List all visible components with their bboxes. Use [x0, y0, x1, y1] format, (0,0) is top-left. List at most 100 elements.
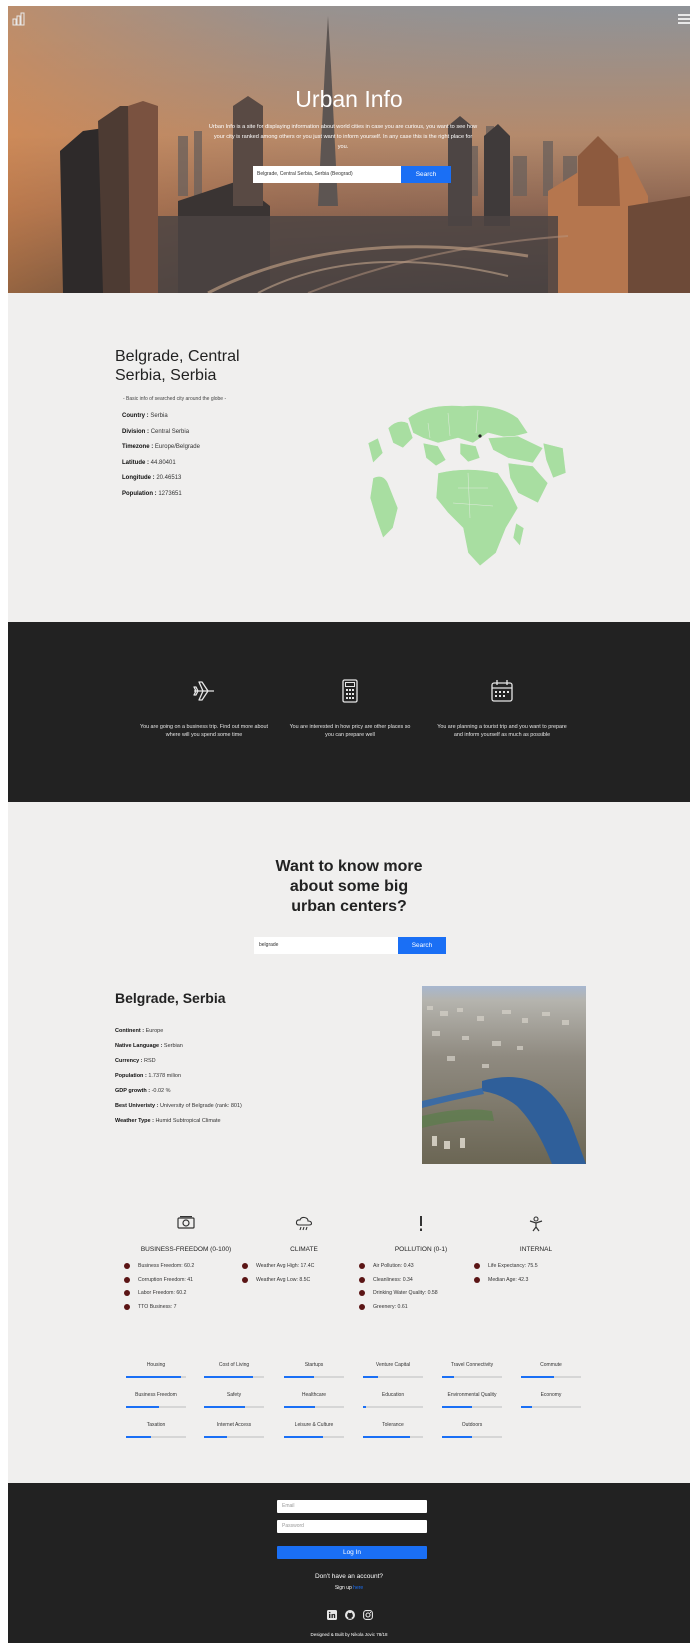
score-bar-fill: [204, 1406, 245, 1408]
score-bar: [204, 1436, 264, 1438]
category-item: Labor Freedom: 60.2: [116, 1290, 256, 1304]
score-bar-fill: [363, 1406, 366, 1408]
city2-info-row: Weather Type : Humid Subtropical Climate: [115, 1118, 242, 1133]
info-label: Latitude :: [122, 459, 149, 466]
score-bar: [442, 1376, 502, 1378]
category-person: INTERNAL Life Expectancy: 75.5 Median Age:…: [466, 1216, 606, 1290]
score-housing: Housing: [126, 1362, 186, 1378]
score-startups: Startups: [284, 1362, 344, 1378]
city-info-row: Longitude : 20.46513: [122, 475, 200, 491]
score-bar: [363, 1436, 423, 1438]
urban-search-input[interactable]: belgrade: [254, 937, 398, 954]
score-bar: [284, 1376, 344, 1378]
search-button[interactable]: Search: [401, 166, 451, 183]
score-label: Leisure & Culture: [294, 1422, 334, 1428]
signup-link[interactable]: here: [353, 1585, 363, 1591]
category-item: Drinking Water Quality: 0.58: [351, 1290, 491, 1304]
info-value: 44.80401: [150, 459, 176, 466]
info-label: Population :: [122, 490, 157, 497]
hamburger-menu-icon[interactable]: [678, 14, 690, 24]
page-frame: Urban Info Urban Info is a site for disp…: [8, 6, 690, 1643]
email-field[interactable]: Email: [277, 1500, 427, 1513]
score-bar-fill: [284, 1436, 323, 1438]
score-bar-fill: [521, 1376, 554, 1378]
score-bar: [442, 1436, 502, 1438]
info-value: Humid Subtropical Climate: [155, 1118, 221, 1124]
city-info-list: Country : Serbia Division : Central Serbi…: [122, 413, 200, 507]
score-venture-capital: Venture Capital: [363, 1362, 423, 1378]
city-info-row: Division : Central Serbia: [122, 429, 200, 445]
feature-business-trip: You are going on a business trip. Find o…: [139, 678, 269, 740]
linkedin-icon[interactable]: [327, 1610, 337, 1620]
info-value: Europe: [145, 1028, 164, 1034]
features-section: You are going on a business trip. Find o…: [8, 622, 690, 802]
score-bar-fill: [126, 1406, 159, 1408]
score-bar-fill: [442, 1436, 472, 1438]
hero-title: Urban Info: [295, 86, 403, 112]
person-icon: [466, 1216, 606, 1234]
info-label: Population :: [115, 1073, 147, 1079]
social-links: [327, 1610, 373, 1620]
password-field[interactable]: Password: [277, 1520, 427, 1533]
score-outdoors: Outdoors: [442, 1422, 502, 1438]
login-button[interactable]: Log In: [277, 1546, 427, 1559]
score-bar-fill: [126, 1436, 152, 1438]
city-search-input[interactable]: Belgrade, Central Serbia, Serbia (Beogra…: [253, 166, 401, 183]
info-value: RSD: [144, 1058, 156, 1064]
score-label: Housing: [146, 1362, 166, 1368]
github-icon[interactable]: [345, 1610, 355, 1620]
feature-text: You are planning a tourist trip and you …: [437, 724, 567, 739]
category-list: Life Expectancy: 75.5 Median Age: 42.3: [466, 1263, 606, 1290]
calendar-icon: [491, 680, 513, 702]
info-label: Longitude :: [122, 475, 155, 482]
score-bar-fill: [204, 1376, 254, 1378]
city2-info-row: Best Univeristy : University of Belgrade…: [115, 1103, 242, 1118]
score-bar: [126, 1376, 186, 1378]
city-info-row: Latitude : 44.80401: [122, 460, 200, 476]
score-label: Business Freedom: [135, 1392, 177, 1398]
no-account-text: Don't have an account?: [314, 1573, 384, 1580]
score-label: Environmental Quality: [447, 1392, 497, 1398]
score-label: Outdoors: [461, 1422, 483, 1428]
feature-text: You are interested in how pricy are othe…: [289, 724, 411, 739]
info-value: 20.46513: [156, 475, 182, 482]
city2-title: Belgrade, Serbia: [115, 990, 226, 1006]
score-bar-fill: [284, 1406, 316, 1408]
score-bar-fill: [363, 1436, 410, 1438]
location-marker-icon: [478, 434, 482, 438]
page: Urban Info Urban Info is a site for disp…: [0, 0, 690, 1643]
instagram-icon[interactable]: [363, 1610, 373, 1620]
urban-search-form: belgrade Search: [254, 937, 446, 954]
calculator-icon: [342, 679, 358, 703]
score-bar: [363, 1406, 423, 1408]
category-item: TTO Business: 7: [116, 1303, 256, 1318]
logo-icon[interactable]: [12, 12, 26, 26]
city2-info-row: Population : 1.7378 milion: [115, 1073, 242, 1088]
score-cost-of-living: Cost of Living: [204, 1362, 264, 1378]
info-value: 1273651: [158, 490, 182, 497]
score-label: Internet Access: [216, 1422, 252, 1428]
info-value: Europe/Belgrade: [154, 444, 200, 451]
info-value: Central Serbia: [150, 428, 190, 435]
score-business-freedom: Business Freedom: [126, 1392, 186, 1408]
score-bar: [442, 1406, 502, 1408]
score-label: Startups: [304, 1362, 324, 1368]
score-economy: Economy: [521, 1392, 581, 1408]
hero-tagline: Urban Info is a site for displaying info…: [208, 124, 478, 150]
info-label: Native Language :: [115, 1043, 163, 1049]
score-bar: [284, 1406, 344, 1408]
info-label: GDP growth :: [115, 1088, 151, 1094]
score-bar: [126, 1406, 186, 1408]
score-bar-fill: [126, 1376, 182, 1378]
search-button-2[interactable]: Search: [398, 937, 446, 954]
credit-text: Designed & Built by Nikola Jovic 78/18: [310, 1632, 388, 1637]
info-label: Continent :: [115, 1028, 145, 1034]
airplane-icon: [193, 681, 214, 701]
signup-text: Sign up: [334, 1585, 352, 1591]
city2-info-row: GDP growth : -0.02 %: [115, 1088, 242, 1103]
score-bar: [204, 1376, 264, 1378]
info-value: University of Belgrade (rank: 801): [159, 1103, 242, 1109]
score-bar-fill: [204, 1436, 227, 1438]
score-label: Venture Capital: [375, 1362, 411, 1368]
score-safety: Safety: [204, 1392, 264, 1408]
